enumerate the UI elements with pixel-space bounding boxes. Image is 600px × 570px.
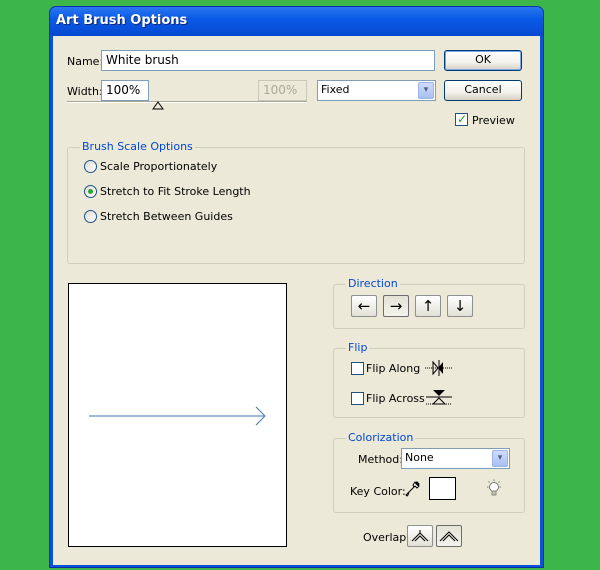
eyedropper-icon[interactable] (405, 480, 421, 498)
window-title: Art Brush Options (56, 13, 188, 28)
radio-stretch-to-fit-label: Stretch to Fit Stroke Length (100, 185, 251, 198)
overlap-no-adjust-button[interactable] (436, 525, 462, 547)
direction-legend: Direction (346, 277, 400, 290)
lightbulb-icon[interactable] (484, 479, 504, 499)
colorization-legend: Colorization (346, 431, 416, 444)
method-value: None (405, 451, 434, 464)
preview-label: Preview (472, 114, 515, 127)
radio-stretch-to-fit[interactable] (84, 185, 97, 198)
name-label: Name: (67, 55, 104, 68)
method-label: Method: (358, 453, 403, 466)
flip-along-label: Flip Along (366, 362, 421, 375)
radio-scale-proportionately[interactable] (84, 160, 97, 173)
flip-along-icon (425, 360, 453, 376)
stroke-arrow-preview (89, 406, 266, 426)
width-mode-value: Fixed (321, 83, 350, 96)
flip-across-label: Flip Across (366, 392, 425, 405)
radio-selected-dot (88, 189, 93, 194)
width-slider-track[interactable] (67, 101, 307, 103)
check-mark-icon: ✓ (457, 112, 468, 126)
radio-stretch-between-guides[interactable] (84, 210, 97, 223)
overlap-none-icon (439, 531, 459, 542)
cancel-button[interactable]: Cancel (444, 80, 522, 101)
width-variation-input: 100% (258, 80, 307, 101)
brush-scale-legend: Brush Scale Options (80, 140, 195, 153)
direction-left-button[interactable]: ← (351, 295, 377, 317)
direction-right-button[interactable]: → (383, 295, 409, 317)
flip-legend: Flip (346, 341, 370, 354)
radio-stretch-between-guides-label: Stretch Between Guides (100, 210, 233, 223)
width-label: Width: (67, 85, 103, 98)
preview-checkbox[interactable]: ✓ (455, 112, 468, 126)
overlap-label: Overlap: (363, 531, 410, 544)
direction-up-button[interactable]: ↑ (415, 295, 441, 317)
flip-across-icon (426, 390, 452, 405)
width-input[interactable]: 100% (101, 80, 149, 101)
direction-down-button[interactable]: ↓ (447, 295, 473, 317)
key-color-swatch[interactable] (429, 477, 456, 500)
overlap-corners-icon (411, 530, 429, 542)
flip-across-checkbox[interactable] (351, 392, 364, 405)
flip-along-checkbox[interactable] (351, 362, 364, 375)
width-slider-thumb[interactable] (152, 101, 165, 110)
width-mode-dropdown-icon[interactable]: ▾ (418, 82, 434, 99)
method-dropdown-icon[interactable]: ▾ (492, 450, 508, 467)
ok-button[interactable]: OK (444, 50, 522, 71)
name-input[interactable]: White brush (101, 50, 435, 71)
radio-scale-proportionately-label: Scale Proportionately (100, 160, 218, 173)
overlap-adjust-corners-button[interactable] (407, 525, 433, 547)
key-color-label: Key Color: (350, 485, 406, 498)
